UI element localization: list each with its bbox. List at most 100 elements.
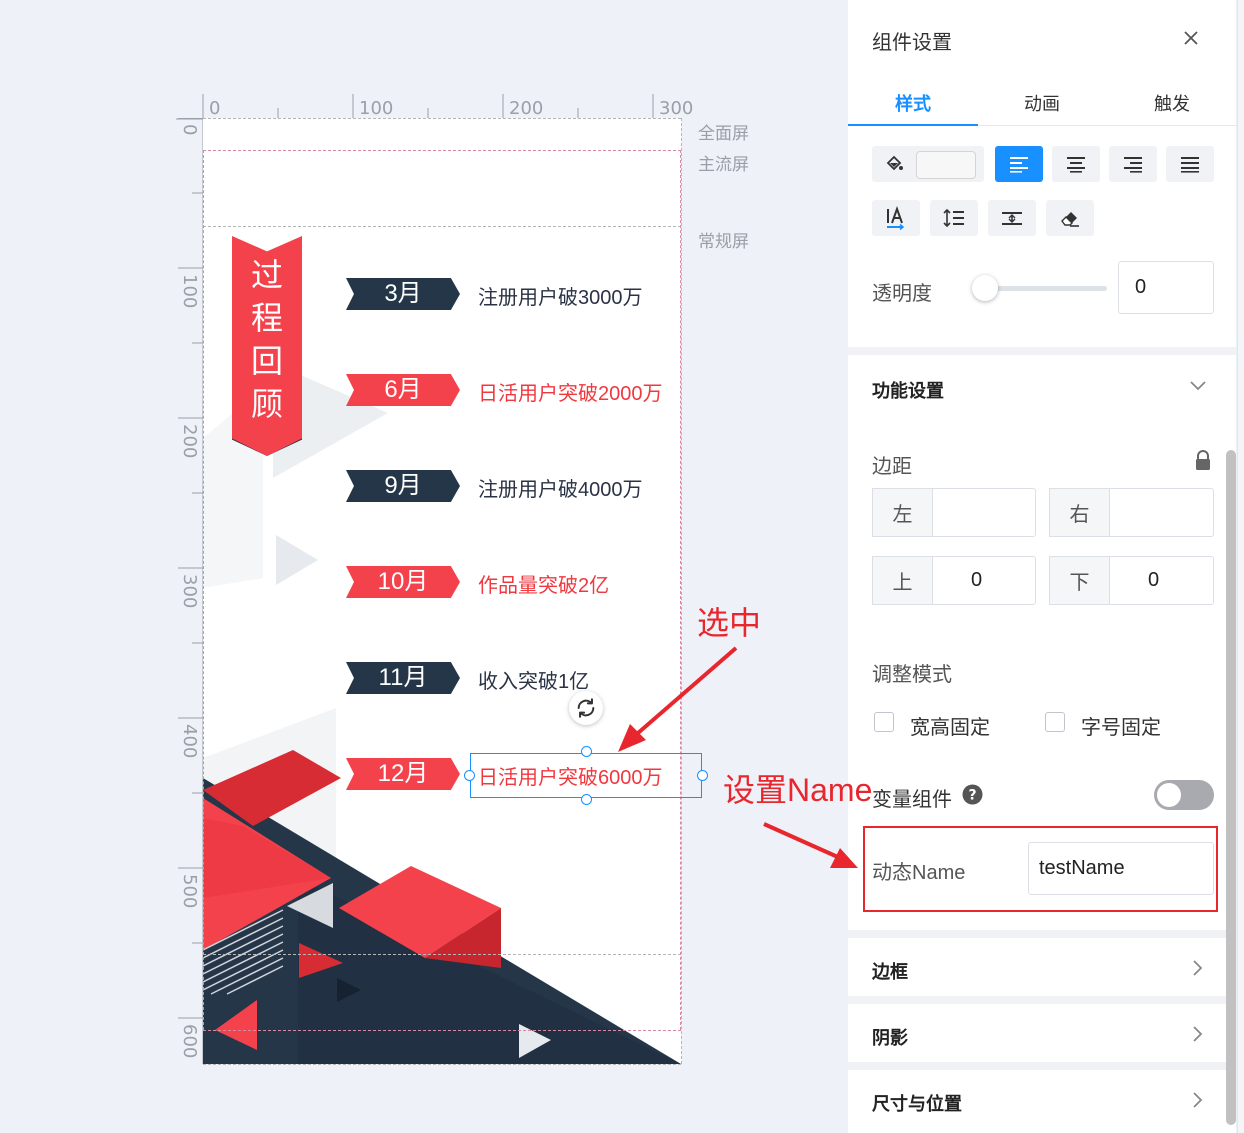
paragraph-spacing-button[interactable]	[988, 200, 1036, 236]
lock-icon[interactable]	[1194, 450, 1212, 472]
ruler-ticks	[176, 94, 682, 120]
timeline-event-text[interactable]: 注册用户破3000万	[478, 281, 643, 310]
paragraph-spacing-icon	[1002, 212, 1022, 225]
chevron-right-icon[interactable]	[1190, 1090, 1204, 1110]
checkbox-fixed-font[interactable]	[1045, 712, 1065, 732]
canvas-bottom-edge	[203, 1064, 681, 1065]
ruler-label: 300	[179, 574, 200, 609]
opacity-label: 透明度	[872, 283, 932, 305]
timeline-event-text[interactable]: 日活用户突破2000万	[478, 377, 663, 406]
color-swatch[interactable]	[916, 151, 976, 179]
screen-label-full: 全面屏	[698, 124, 749, 143]
help-icon[interactable]: ?	[962, 784, 983, 805]
tab-style[interactable]: 样式	[895, 90, 931, 116]
timeline-month-tag[interactable]: 11月	[346, 662, 460, 694]
opacity-slider-knob[interactable]	[972, 275, 998, 301]
align-right-button[interactable]	[1109, 146, 1157, 182]
line-height-icon	[943, 208, 964, 228]
tab-active-indicator	[848, 124, 978, 126]
checkbox-fixed-font-label[interactable]: 字号固定	[1081, 711, 1161, 740]
opacity-input[interactable]: 0	[1118, 261, 1214, 314]
timeline-event-text[interactable]: 注册用户破4000万	[478, 473, 643, 502]
margin-bottom-addon: 下	[1049, 556, 1110, 605]
clear-format-button[interactable]	[1046, 200, 1094, 236]
align-left-icon	[1010, 157, 1028, 173]
margin-bottom-label: 下	[1069, 572, 1090, 594]
screen-label-normal: 常规屏	[698, 232, 749, 251]
align-justify-button[interactable]	[1166, 146, 1214, 182]
resize-handle-top[interactable]	[581, 746, 592, 757]
chevron-right-icon[interactable]	[1190, 1024, 1204, 1044]
shadow-section-heading[interactable]: 阴影	[872, 1024, 908, 1050]
fill-color-picker[interactable]	[872, 146, 984, 182]
vertical-ruler: 0 100 200 300 400 500 600	[176, 118, 204, 1064]
annotation-set-name: 设置Name	[723, 772, 873, 808]
guide-line-full	[203, 118, 681, 119]
margin-right-input[interactable]	[1109, 488, 1214, 537]
tab-animation[interactable]: 动画	[1024, 90, 1060, 116]
screen-label-main: 主流屏	[698, 155, 749, 174]
timeline-event-text[interactable]: 作品量突破2亿	[478, 569, 609, 598]
eraser-icon	[1061, 212, 1079, 227]
variable-component-toggle[interactable]	[1154, 780, 1214, 810]
align-center-icon	[1067, 157, 1085, 173]
margin-bottom-input[interactable]: 0	[1109, 556, 1214, 605]
opacity-value: 0	[1135, 276, 1147, 298]
ruler-label: 200	[179, 424, 200, 459]
timeline-month-tag[interactable]: 10月	[346, 566, 460, 598]
horizontal-ruler: 0 100 200 300	[176, 92, 693, 120]
resize-handle-bottom[interactable]	[581, 794, 592, 805]
panel-scrollbar[interactable]	[1226, 450, 1236, 1125]
banner-text: 过程回顾	[232, 254, 302, 426]
align-center-button[interactable]	[1052, 146, 1100, 182]
timeline-month-tag[interactable]: 9月	[346, 470, 460, 502]
checkbox-fixed-size-label[interactable]: 宽高固定	[910, 711, 990, 740]
rotate-icon	[577, 698, 595, 718]
margin-left-label: 左	[892, 504, 913, 526]
timeline-event-text[interactable]: 收入突破1亿	[478, 665, 589, 694]
ruler-label: 500	[179, 874, 200, 909]
margin-top-label: 上	[892, 572, 913, 594]
canvas-edge	[681, 118, 682, 1064]
checkbox-fixed-size[interactable]	[874, 712, 894, 732]
chevron-down-icon[interactable]	[1188, 378, 1208, 394]
border-section-heading[interactable]: 边框	[872, 958, 908, 984]
timeline-month-tag[interactable]: 3月	[346, 278, 460, 310]
resize-handle-right[interactable]	[697, 770, 708, 781]
panel-title: 组件设置	[872, 32, 952, 54]
close-icon	[1184, 31, 1198, 45]
arrow-to-name-icon	[763, 822, 858, 868]
section-divider	[848, 1062, 1236, 1070]
margin-top-input[interactable]: 0	[932, 556, 1036, 605]
ruler-label: 0	[209, 98, 221, 119]
opacity-slider-track[interactable]	[983, 286, 1107, 291]
letter-spacing-button[interactable]	[872, 200, 920, 236]
arrow-to-selection-icon	[618, 646, 738, 752]
ruler-label: 200	[509, 98, 544, 119]
section-divider	[848, 347, 1236, 355]
function-settings-heading[interactable]: 功能设置	[872, 377, 944, 403]
ruler-label: 0	[179, 124, 200, 136]
component-settings-panel: 组件设置 样式 动画 触发 透明度 0 功能设置 边距 左 右 上 0 下 0 …	[848, 0, 1236, 1133]
guide-line-main	[203, 150, 681, 151]
rotate-handle[interactable]	[569, 691, 603, 725]
guide-line-main-bottom	[203, 1030, 681, 1031]
annotation-selected: 选中	[697, 605, 762, 641]
timeline-month-tag[interactable]: 6月	[346, 374, 460, 406]
ruler-label: 100	[359, 98, 394, 119]
align-justify-icon	[1181, 157, 1199, 173]
variable-component-label: 变量组件	[872, 789, 952, 811]
toggle-knob	[1157, 783, 1181, 807]
close-button[interactable]	[1178, 24, 1204, 50]
guide-line-normal	[203, 226, 681, 227]
align-left-button[interactable]	[995, 146, 1043, 182]
line-height-button[interactable]	[930, 200, 978, 236]
size-position-section-heading[interactable]: 尺寸与位置	[872, 1090, 962, 1116]
chevron-right-icon[interactable]	[1190, 958, 1204, 978]
timeline-month-tag[interactable]: 12月	[346, 758, 460, 790]
tab-trigger[interactable]: 触发	[1154, 90, 1190, 116]
resize-handle-left[interactable]	[464, 770, 475, 781]
margin-top-value: 0	[971, 569, 983, 591]
margin-left-input[interactable]	[932, 488, 1036, 537]
banner-char: 顾	[250, 386, 283, 422]
